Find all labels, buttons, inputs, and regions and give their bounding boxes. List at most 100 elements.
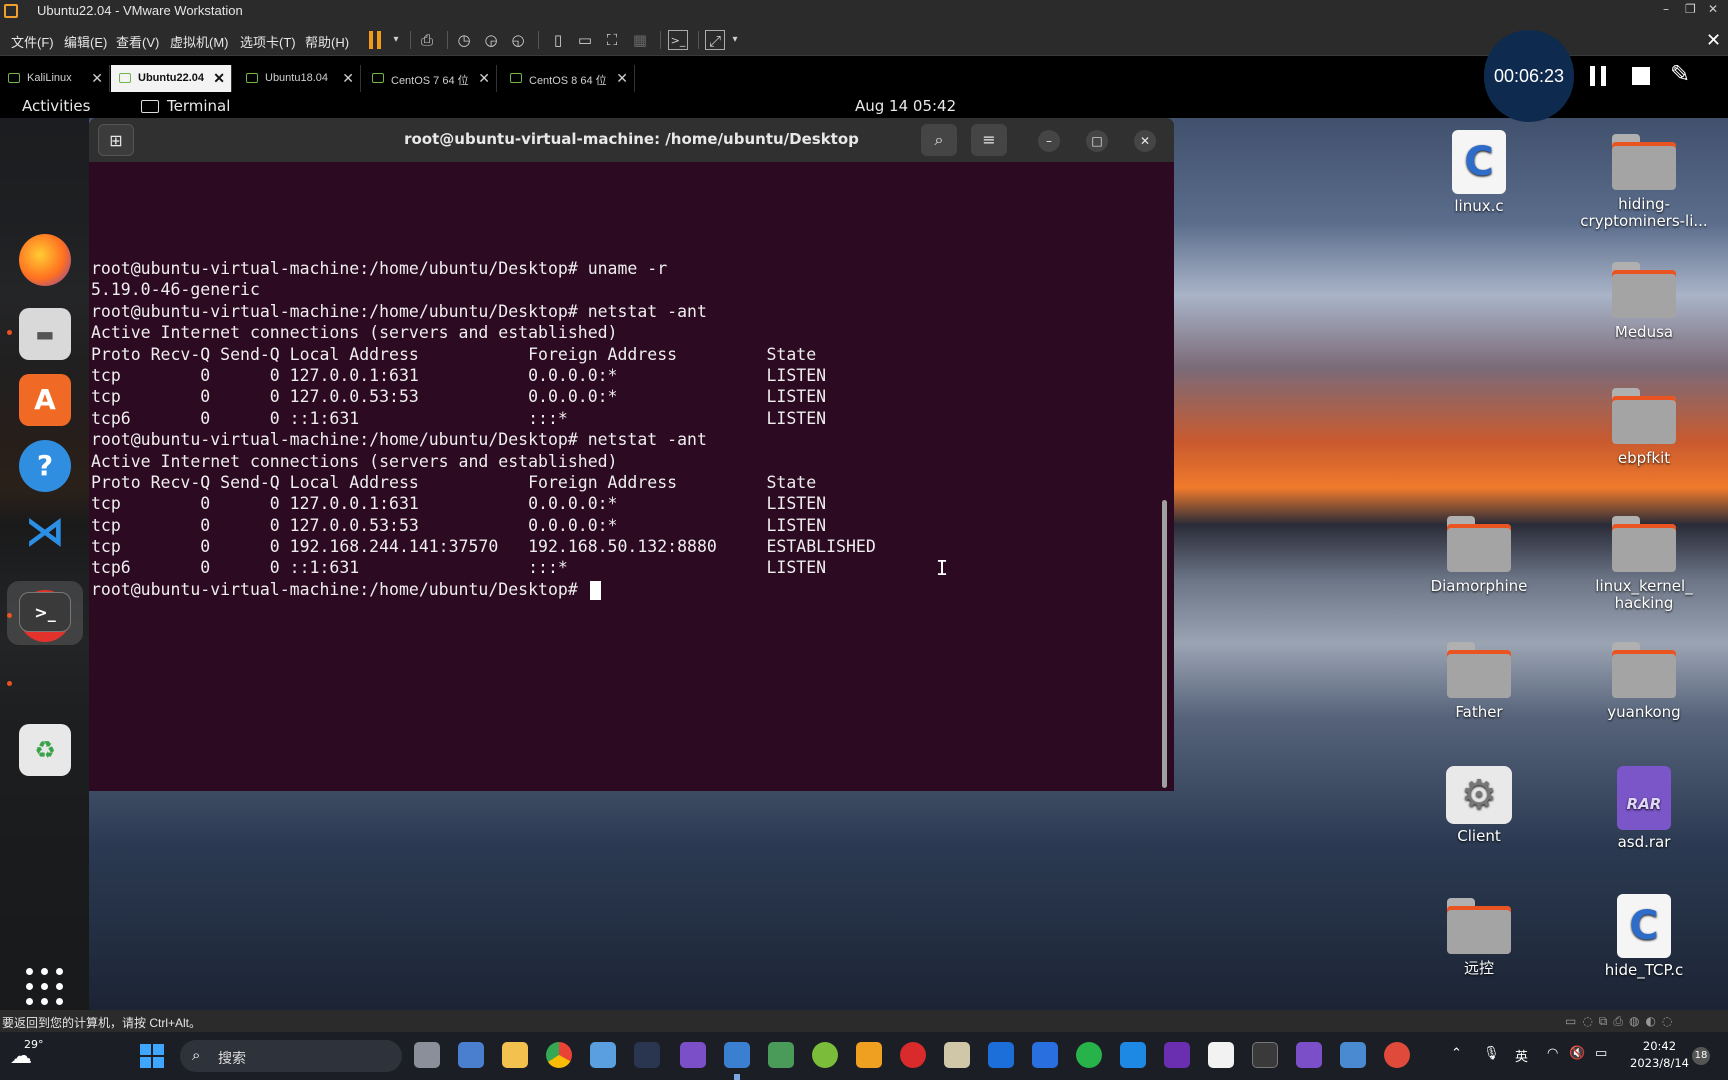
taskbar-clock[interactable]: 20:42 2023/8/14	[1630, 1038, 1689, 1072]
vscode-taskbar-icon[interactable]	[1120, 1042, 1146, 1068]
windows-start-icon[interactable]	[140, 1044, 164, 1068]
desktop-icon-yuankong[interactable]: yuankong	[1569, 638, 1719, 721]
console-view-icon[interactable]: >_	[668, 30, 688, 50]
jetbrains-icon[interactable]	[1164, 1042, 1190, 1068]
maximize-icon[interactable]: □	[1086, 130, 1108, 152]
terminal-prompt-line[interactable]: root@ubuntu-virtual-machine:/home/ubuntu…	[91, 579, 1159, 600]
mute-icon[interactable]: 🔇	[1569, 1046, 1585, 1061]
dropdown-icon[interactable]: ▾	[725, 30, 745, 50]
minimize-icon[interactable]: –	[1663, 2, 1669, 16]
close-tab-icon[interactable]: ✕	[91, 70, 103, 87]
desktop-icon-diamorphine[interactable]: Diamorphine	[1404, 512, 1554, 595]
top-bar-clock[interactable]: Aug 14 05:42	[855, 97, 956, 115]
task-view-icon[interactable]	[414, 1042, 440, 1068]
taskbar-search[interactable]: ⌕ 搜索	[180, 1040, 402, 1072]
desktop-icon-ebpfkit[interactable]: ebpfkit	[1569, 384, 1719, 467]
desktop-icon-hiding-cryptominers[interactable]: hiding-cryptominers-li...	[1569, 130, 1719, 230]
menu-edit[interactable]: 编辑(E)	[64, 32, 107, 51]
activities-button[interactable]: Activities	[22, 97, 90, 115]
vmware-icon[interactable]	[724, 1042, 750, 1068]
close-icon[interactable]: ✕	[1708, 2, 1718, 16]
close-icon[interactable]: ✕	[1134, 130, 1156, 152]
typora-icon[interactable]	[1208, 1042, 1234, 1068]
firefox-icon[interactable]	[19, 234, 71, 286]
desktop-icon-hide-tcp-c[interactable]: C hide_TCP.c	[1569, 894, 1719, 979]
app-icon[interactable]	[988, 1042, 1014, 1068]
app-icon[interactable]	[1032, 1042, 1058, 1068]
close-tab-icon[interactable]: ✕	[342, 70, 354, 87]
snapshot-manager-icon[interactable]: ◵	[508, 30, 528, 50]
minimize-icon[interactable]: –	[1038, 130, 1060, 152]
menu-file[interactable]: 文件(F)	[11, 32, 54, 51]
app-icon[interactable]	[634, 1042, 660, 1068]
chevron-up-icon[interactable]: ⌃	[1451, 1046, 1462, 1061]
close-tab-icon[interactable]: ✕	[213, 70, 225, 87]
close-tab-icon[interactable]: ✕	[478, 70, 490, 87]
stretch-guest-icon[interactable]: ⤢	[705, 30, 725, 50]
menu-help[interactable]: 帮助(H)	[305, 32, 349, 51]
show-apps-icon[interactable]	[26, 968, 64, 1006]
search-tool-icon[interactable]	[856, 1042, 882, 1068]
app-icon[interactable]	[768, 1042, 794, 1068]
trash-icon[interactable]: ♻	[19, 724, 71, 776]
unity-icon[interactable]: ▦	[630, 30, 650, 50]
terminal-scrollbar[interactable]	[1162, 500, 1167, 788]
terminal-icon[interactable]: >_	[19, 592, 71, 632]
desktop-icon-linux-kernel-hacking[interactable]: linux_kernel_ hacking	[1569, 512, 1719, 612]
desktop-icon-yuankong-cn[interactable]: 远控	[1404, 894, 1554, 977]
help-icon[interactable]: ?	[19, 440, 71, 492]
snapshot-icon[interactable]: ◷	[454, 30, 474, 50]
tab-centos7[interactable]: CentOS 7 64 位 ✕	[364, 65, 497, 92]
full-screen-icon[interactable]: ⛶	[602, 30, 622, 50]
terminal-header-bar[interactable]: ⊞ root@ubuntu-virtual-machine: /home/ubu…	[89, 118, 1174, 162]
pause-recording-icon[interactable]	[1590, 66, 1608, 86]
terminal-output[interactable]: root@ubuntu-virtual-machine:/home/ubuntu…	[89, 162, 1159, 791]
app-icon[interactable]	[812, 1042, 838, 1068]
pause-vm-icon[interactable]	[369, 31, 383, 49]
terminal-taskbar-icon[interactable]	[1252, 1042, 1278, 1068]
notification-badge[interactable]: 18	[1692, 1047, 1710, 1065]
search-icon[interactable]: ⌕	[921, 124, 957, 156]
stop-recording-icon[interactable]	[1632, 67, 1650, 85]
pen-annotate-icon[interactable]: ✎	[1670, 60, 1690, 88]
tab-kalilinux[interactable]: KaliLinux ✕	[0, 65, 110, 92]
revert-snapshot-icon[interactable]: ◶	[481, 30, 501, 50]
device-status-icons[interactable]: ▭◌⧉⎙◍◐◌	[1565, 1014, 1678, 1029]
send-keys-icon[interactable]: ⎙	[417, 30, 437, 50]
vscode-icon[interactable]: ⋊	[19, 506, 71, 558]
desktop-icon-client[interactable]: ⚙ Client	[1404, 766, 1554, 845]
thumbnail-bar-icon[interactable]: ▭	[575, 30, 595, 50]
battery-icon[interactable]: ▭	[1595, 1046, 1607, 1061]
menu-view[interactable]: 查看(V)	[116, 32, 159, 51]
desktop-icon-medusa[interactable]: Medusa	[1569, 258, 1719, 341]
app-icon[interactable]	[1384, 1042, 1410, 1068]
close-tab-icon[interactable]: ✕	[616, 70, 628, 87]
file-explorer-icon[interactable]	[502, 1042, 528, 1068]
files-icon[interactable]: ▬	[19, 308, 71, 360]
menu-tabs[interactable]: 选项卡(T)	[240, 32, 296, 51]
visual-studio-icon[interactable]	[1296, 1042, 1322, 1068]
tab-ubuntu18[interactable]: Ubuntu18.04 ✕	[238, 65, 361, 92]
terminal-window[interactable]: ⊞ root@ubuntu-virtual-machine: /home/ubu…	[89, 118, 1174, 791]
tab-centos8[interactable]: CentOS 8 64 位 ✕	[502, 65, 635, 92]
wechat-icon[interactable]	[1076, 1042, 1102, 1068]
chrome-icon[interactable]	[546, 1042, 572, 1068]
close-recorder-icon[interactable]: ✕	[1706, 30, 1721, 51]
desktop-icon-father[interactable]: Father	[1404, 638, 1554, 721]
desktop-icon-linux-c[interactable]: C linux.c	[1404, 130, 1554, 215]
network-app-icon[interactable]	[458, 1042, 484, 1068]
menu-vm[interactable]: 虚拟机(M)	[170, 32, 229, 51]
netease-music-icon[interactable]	[900, 1042, 926, 1068]
desktop-icon-asd-rar[interactable]: RAR asd.rar	[1569, 766, 1719, 851]
dropdown-icon[interactable]: ▾	[386, 30, 406, 50]
app-icon[interactable]	[1340, 1042, 1366, 1068]
tab-ubuntu22[interactable]: Ubuntu22.04 ✕	[111, 65, 232, 92]
visual-studio-icon[interactable]	[680, 1042, 706, 1068]
app-icon[interactable]	[944, 1042, 970, 1068]
guest-screen[interactable]: Activities Terminal Aug 14 05:42 ▬ A ? ⋊…	[0, 94, 1728, 1010]
app-icon[interactable]	[590, 1042, 616, 1068]
app-center-icon[interactable]: A	[19, 374, 71, 426]
microphone-icon[interactable]: 🎙	[1483, 1046, 1500, 1061]
hamburger-menu-icon[interactable]: ≡	[971, 124, 1007, 156]
app-menu-terminal[interactable]: Terminal	[167, 97, 230, 115]
